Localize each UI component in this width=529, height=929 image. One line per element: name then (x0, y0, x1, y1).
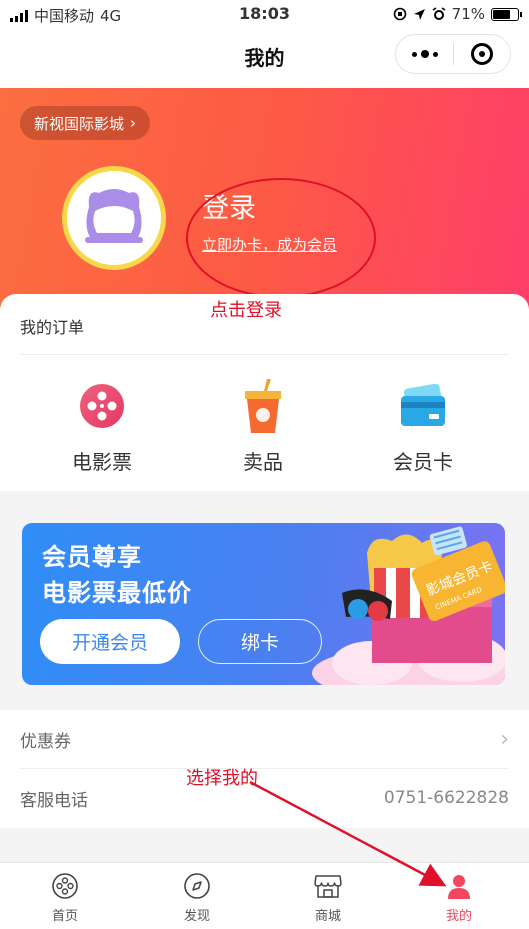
list-item-coupons[interactable]: 优惠券 › (20, 710, 509, 768)
list-item-label: 优惠券 (20, 731, 71, 752)
rotation-lock-icon (393, 7, 406, 21)
miniprogram-capsule (395, 34, 511, 74)
member-card-icon (401, 384, 445, 426)
orders-header: 我的订单 (20, 318, 85, 337)
drink-cup-icon (245, 379, 281, 433)
annotation-login-hint: 点击登录 (210, 300, 282, 321)
battery-icon (491, 7, 522, 21)
popcorn-card-illustration: 影城会员卡 CINEMA CARD (312, 526, 505, 685)
list-item-service-phone[interactable]: 客服电话 0751-6622828 (20, 769, 509, 827)
annotation-tab-hint: 选择我的 (186, 768, 258, 789)
status-bar: 中国移动 4G 18:03 71% (0, 0, 529, 28)
tab-discover[interactable]: 发现 (157, 871, 237, 924)
order-item-label: 会员卡 (393, 450, 453, 474)
service-phone-value[interactable]: 0751-6622828 (384, 788, 509, 808)
settings-list: 优惠券 › 客服电话 0751-6622828 (0, 710, 529, 828)
home-reel-icon (52, 873, 78, 899)
tab-label: 发现 (183, 909, 210, 924)
banner-line-2: 电影票最低价 (42, 579, 192, 607)
order-item-membercard[interactable]: 会员卡 (358, 380, 488, 475)
tab-label: 我的 (445, 909, 472, 924)
annotation-ellipse (186, 178, 376, 298)
divider (20, 354, 509, 355)
store-icon (314, 875, 342, 898)
tab-label: 商城 (314, 909, 341, 924)
list-item-label: 客服电话 (20, 790, 88, 811)
tab-bar: 首页 发现 商城 我的 (0, 862, 529, 929)
status-right: 71% (393, 5, 522, 23)
order-item-label: 卖品 (243, 450, 283, 474)
profile-header: 新视国际影城 › 登录 立即办卡，成为会员 (0, 88, 529, 318)
member-banner[interactable]: 会员尊享 电影票最低价 开通会员 绑卡 影城会员卡 CINEMA CARD (22, 523, 505, 685)
compass-icon (184, 873, 210, 899)
chevron-right-icon: › (130, 114, 137, 132)
user-icon (448, 875, 470, 899)
cinema-name: 新视国际影城 (34, 114, 125, 133)
tab-home[interactable]: 首页 (25, 871, 105, 924)
order-item-tickets[interactable]: 电影票 (37, 380, 167, 475)
battery-percent: 71% (451, 5, 485, 23)
tab-mine[interactable]: 我的 (419, 871, 499, 924)
avatar[interactable] (62, 166, 166, 270)
more-dots-icon[interactable] (396, 50, 453, 58)
mascot-avatar-icon (85, 189, 143, 243)
tab-mall[interactable]: 商城 (288, 871, 368, 924)
open-membership-button[interactable]: 开通会员 (40, 619, 180, 664)
alarm-icon (432, 7, 446, 20)
tab-label: 首页 (51, 909, 78, 924)
orders-card: 我的订单 电影票 卖品 会员卡 (0, 294, 529, 491)
bind-card-button[interactable]: 绑卡 (198, 619, 322, 664)
film-reel-icon (80, 384, 124, 428)
order-item-label: 电影票 (72, 450, 132, 474)
nav-bar: 我的 (0, 28, 529, 88)
order-item-snacks[interactable]: 卖品 (198, 379, 328, 475)
chevron-right-icon: › (500, 726, 509, 752)
target-circle-icon[interactable] (454, 43, 510, 65)
cinema-selector[interactable]: 新视国际影城 › (20, 106, 151, 140)
banner-line-1: 会员尊享 (42, 543, 142, 571)
location-arrow-icon (413, 8, 425, 20)
